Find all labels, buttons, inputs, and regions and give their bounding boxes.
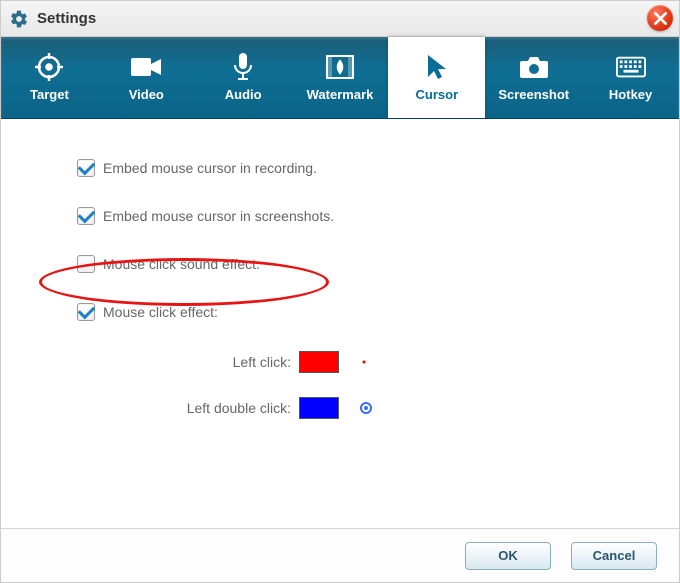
checkbox-embed-screenshots[interactable] (77, 207, 95, 225)
content-panel: Embed mouse cursor in recording. Embed m… (1, 119, 679, 528)
ok-button[interactable]: OK (465, 542, 551, 570)
left-double-preview-icon (359, 401, 373, 415)
tab-audio[interactable]: Audio (195, 37, 292, 118)
window-title: Settings (37, 10, 96, 27)
tab-label: Screenshot (498, 87, 569, 102)
option-click-effect: Mouse click effect: (77, 303, 679, 321)
left-click-color-row: Left click: (1, 351, 679, 373)
left-double-click-label: Left double click: (1, 400, 299, 416)
checkbox-embed-recording[interactable] (77, 159, 95, 177)
checkbox-click-sound[interactable] (77, 255, 95, 273)
tab-label: Watermark (307, 87, 374, 102)
tab-label: Video (129, 87, 164, 102)
left-click-preview-icon (359, 357, 369, 367)
option-label: Mouse click effect: (103, 304, 218, 320)
gear-icon (9, 9, 29, 29)
option-label: Embed mouse cursor in recording. (103, 160, 317, 176)
left-double-click-swatch[interactable] (299, 397, 339, 419)
target-icon (34, 53, 64, 81)
keyboard-icon (616, 53, 646, 81)
cursor-icon (422, 53, 452, 81)
left-click-label: Left click: (1, 354, 299, 370)
option-embed-screenshots: Embed mouse cursor in screenshots. (77, 207, 679, 225)
microphone-icon (228, 53, 258, 81)
tab-label: Target (30, 87, 69, 102)
watermark-icon (325, 53, 355, 81)
tab-watermark[interactable]: Watermark (292, 37, 389, 118)
tab-label: Audio (225, 87, 262, 102)
cancel-button[interactable]: Cancel (571, 542, 657, 570)
tab-video[interactable]: Video (98, 37, 195, 118)
tab-label: Hotkey (609, 87, 652, 102)
titlebar: Settings (1, 1, 679, 37)
option-label: Embed mouse cursor in screenshots. (103, 208, 334, 224)
tab-label: Cursor (416, 87, 459, 102)
tabbar: Target Video Audio Watermark Cursor Scre… (1, 37, 679, 119)
tab-hotkey[interactable]: Hotkey (582, 37, 679, 118)
tab-target[interactable]: Target (1, 37, 98, 118)
tab-screenshot[interactable]: Screenshot (485, 37, 582, 118)
option-label: Mouse click sound effect. (103, 256, 260, 272)
option-click-sound: Mouse click sound effect. (77, 255, 679, 273)
close-button[interactable] (647, 5, 673, 31)
left-double-click-color-row: Left double click: (1, 397, 679, 419)
video-icon (131, 53, 161, 81)
left-click-swatch[interactable] (299, 351, 339, 373)
option-embed-recording: Embed mouse cursor in recording. (77, 159, 679, 177)
checkbox-click-effect[interactable] (77, 303, 95, 321)
footer: OK Cancel (1, 528, 679, 582)
tab-cursor[interactable]: Cursor (388, 37, 485, 118)
camera-icon (519, 53, 549, 81)
